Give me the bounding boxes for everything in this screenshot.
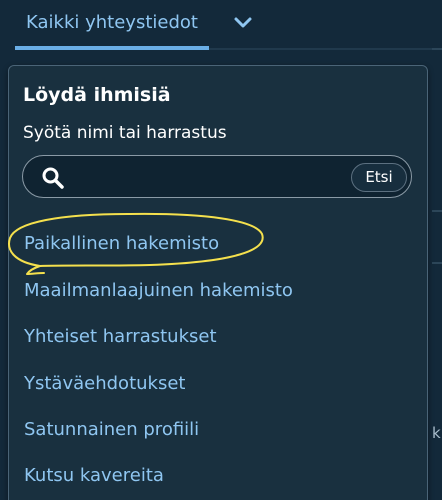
menu-item-friend-suggestions[interactable]: Ystäväehdotukset: [24, 373, 185, 394]
chevron-down-icon[interactable]: [232, 12, 254, 34]
tab-bar: Kaikki yhteystiedot: [0, 0, 442, 50]
tab-all-contacts[interactable]: Kaikki yhteystiedot: [15, 0, 209, 50]
background-divider: [432, 262, 442, 264]
background-divider: [432, 210, 442, 212]
search-instructions: Syötä nimi tai harrastus: [23, 123, 227, 143]
menu-item-global-directory[interactable]: Maailmanlaajuinen hakemisto: [24, 280, 293, 301]
panel-title: Löydä ihmisiä: [23, 84, 171, 106]
search-box: Etsi: [22, 155, 412, 198]
search-button[interactable]: Etsi: [351, 163, 407, 192]
menu-item-invite-friends[interactable]: Kutsu kavereita: [24, 465, 164, 486]
search-icon: [42, 167, 64, 189]
background-partial-text: ki: [432, 424, 442, 442]
tab-active-indicator: [15, 46, 209, 50]
tab-bar-divider: [209, 48, 442, 50]
find-people-panel: Löydä ihmisiä Syötä nimi tai harrastus E…: [8, 65, 428, 500]
app-root: Kaikki yhteystiedot ki Löydä ihmisiä Syö…: [0, 0, 442, 500]
search-input[interactable]: [77, 162, 351, 194]
menu-item-random-profile[interactable]: Satunnainen profiili: [24, 419, 199, 440]
menu-item-common-interests[interactable]: Yhteiset harrastukset: [24, 326, 217, 347]
background-divider: [432, 48, 442, 50]
menu-item-local-directory[interactable]: Paikallinen hakemisto: [24, 233, 219, 254]
